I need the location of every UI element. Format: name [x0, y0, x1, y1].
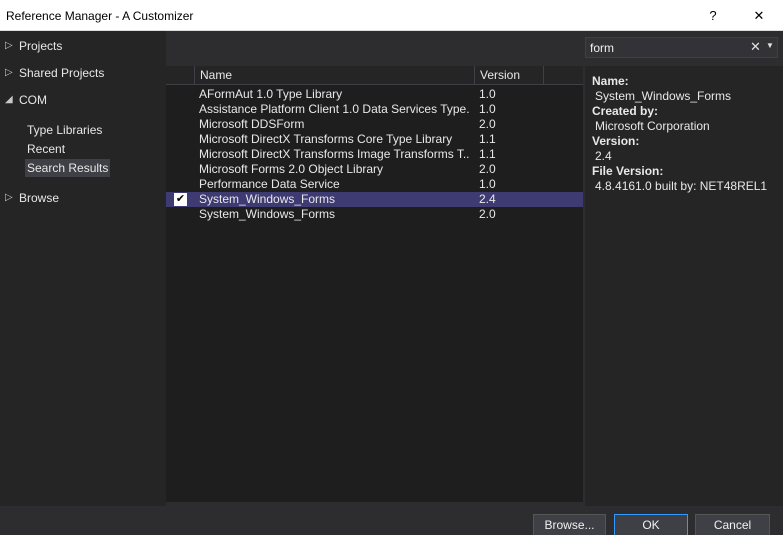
expand-arrow-icon[interactable]: ▷: [5, 63, 13, 83]
detail-version-label: Version:: [592, 134, 640, 148]
row-name: Microsoft DirectX Transforms Image Trans…: [199, 147, 469, 161]
tree-item-label: COM: [19, 93, 47, 107]
clear-search-icon[interactable]: ✕: [750, 39, 761, 55]
reference-list: Name Version AFormAut 1.0 Type Library 1.…: [166, 66, 583, 502]
column-header-version[interactable]: Version: [474, 66, 544, 85]
row-name: System_Windows_Forms: [199, 207, 336, 221]
row-version: 1.0: [479, 177, 496, 191]
list-row[interactable]: Microsoft DDSForm 2.0: [166, 117, 583, 132]
row-version: 2.0: [479, 162, 496, 176]
list-row[interactable]: Microsoft Forms 2.0 Object Library 2.0: [166, 162, 583, 177]
row-checkbox[interactable]: ✔: [174, 193, 187, 206]
collapse-arrow-icon[interactable]: ◢: [5, 90, 13, 110]
tree-item-label: Browse: [19, 191, 60, 205]
row-name: Assistance Platform Client 1.0 Data Serv…: [199, 102, 469, 116]
row-version: 1.1: [479, 132, 496, 146]
expand-arrow-icon[interactable]: ▷: [5, 36, 13, 56]
tree-item-projects[interactable]: ▷ Projects: [0, 36, 166, 56]
detail-created-by-label: Created by:: [592, 104, 659, 118]
detail-created-by-value: Microsoft Corporation: [595, 119, 710, 133]
detail-file-version-value: 4.8.4161.0 built by: NET48REL1: [595, 179, 768, 193]
list-row[interactable]: Microsoft DirectX Transforms Image Trans…: [166, 147, 583, 162]
details-panel: Name: System_Windows_Forms Created by: M…: [585, 66, 783, 506]
browse-button[interactable]: Browse...: [533, 514, 606, 535]
detail-name-value: System_Windows_Forms: [595, 89, 732, 103]
row-name: Microsoft Forms 2.0 Object Library: [199, 162, 384, 176]
row-version: 2.0: [479, 117, 496, 131]
row-version: 1.0: [479, 102, 496, 116]
expand-arrow-icon[interactable]: ▷: [5, 188, 13, 208]
list-row[interactable]: System_Windows_Forms 2.0: [166, 207, 583, 222]
tree-item-label: Shared Projects: [19, 66, 105, 80]
row-version: 1.0: [479, 87, 496, 101]
detail-file-version-label: File Version:: [592, 164, 664, 178]
list-header: Name Version: [166, 66, 583, 85]
title-bar: Reference Manager - A Customizer ? ✕: [0, 0, 783, 31]
row-version: 2.4: [479, 192, 496, 206]
row-name: Microsoft DirectX Transforms Core Type L…: [199, 132, 453, 146]
window-title: Reference Manager - A Customizer: [6, 9, 194, 23]
dialog-footer: Browse... OK Cancel: [0, 506, 783, 535]
row-name: Microsoft DDSForm: [199, 117, 305, 131]
row-name: AFormAut 1.0 Type Library: [199, 87, 343, 101]
list-row[interactable]: Assistance Platform Client 1.0 Data Serv…: [166, 102, 583, 117]
tree-item-label: Projects: [19, 39, 63, 53]
row-name: Performance Data Service: [199, 177, 340, 191]
list-row[interactable]: AFormAut 1.0 Type Library 1.0: [166, 87, 583, 102]
tree-item-shared-projects[interactable]: ▷ Shared Projects: [0, 63, 166, 83]
detail-version-value: 2.4: [595, 149, 612, 163]
category-tree: ▷ Projects ▷ Shared Projects ◢ COM Type …: [0, 31, 166, 506]
row-name: System_Windows_Forms: [199, 192, 336, 206]
tree-item-type-libraries[interactable]: Type Libraries: [25, 121, 104, 139]
search-dropdown-icon[interactable]: ▼: [766, 41, 774, 50]
help-button[interactable]: ?: [690, 0, 736, 31]
ok-button[interactable]: OK: [614, 514, 688, 535]
list-row[interactable]: ✔ System_Windows_Forms 2.4: [166, 192, 583, 207]
tree-item-browse[interactable]: ▷ Browse: [0, 188, 166, 208]
tree-item-search-results[interactable]: Search Results: [25, 159, 111, 177]
column-header-name[interactable]: Name: [194, 66, 474, 85]
search-box: ✕ ▼: [585, 37, 778, 58]
tree-item-recent[interactable]: Recent: [25, 140, 67, 158]
row-version: 1.1: [479, 147, 496, 161]
cancel-button[interactable]: Cancel: [695, 514, 770, 535]
close-button[interactable]: ✕: [736, 0, 782, 31]
row-version: 2.0: [479, 207, 496, 221]
tree-item-com[interactable]: ◢ COM: [0, 90, 166, 110]
search-input[interactable]: [590, 40, 740, 56]
list-row[interactable]: Microsoft DirectX Transforms Core Type L…: [166, 132, 583, 147]
list-row[interactable]: Performance Data Service 1.0: [166, 177, 583, 192]
detail-name-label: Name:: [592, 74, 629, 88]
